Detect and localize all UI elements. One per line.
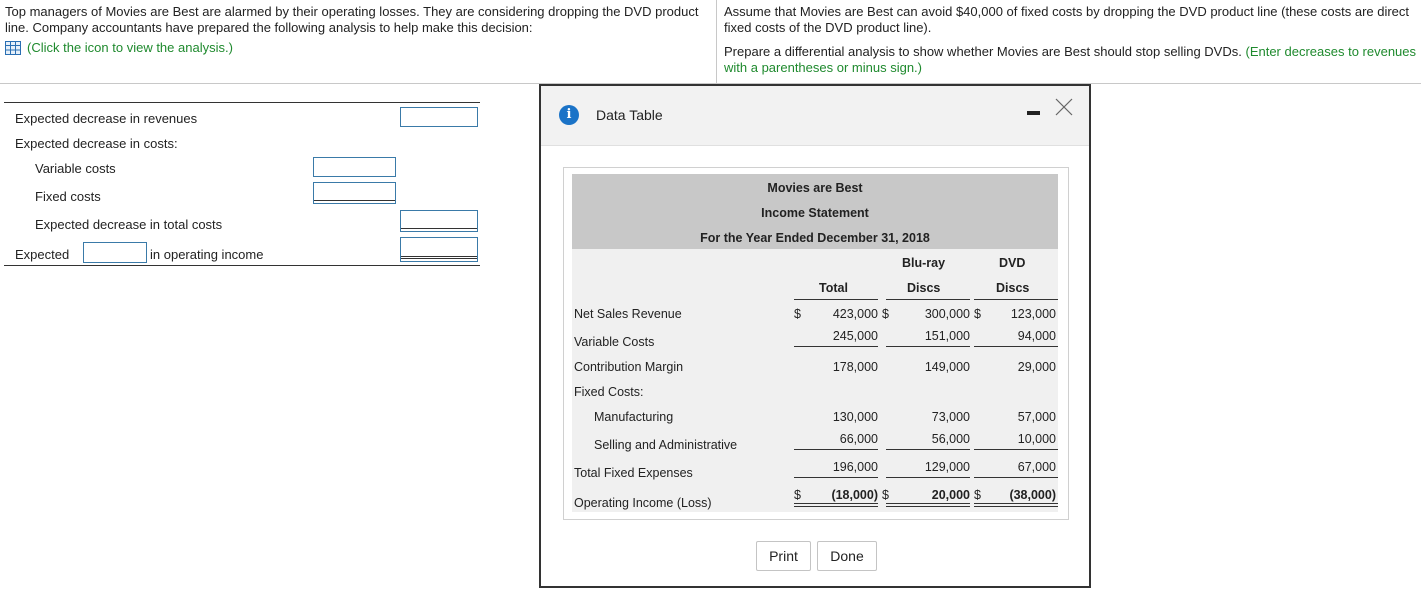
view-analysis-text[interactable]: (Click the icon to view the analysis.) <box>27 40 233 56</box>
analysis-top-rule <box>4 102 480 103</box>
col-header-total: Total <box>819 281 848 295</box>
row-label: Operating Income (Loss) <box>574 496 712 510</box>
fixed-costs-input[interactable] <box>313 182 396 204</box>
row-label: Net Sales Revenue <box>574 307 682 321</box>
col-underline-dvd <box>974 299 1058 300</box>
total-double-rule <box>974 503 1058 507</box>
cell-dvd: (38,000) <box>1009 488 1056 502</box>
done-button[interactable]: Done <box>817 541 877 571</box>
info-icon: i <box>559 105 579 125</box>
row-label: Fixed Costs: <box>574 385 644 399</box>
operating-income-label: in operating income <box>150 247 264 262</box>
cell-total: 130,000 <box>832 410 878 424</box>
dialog-title: Data Table <box>596 107 663 123</box>
subtotal-rule <box>886 477 970 478</box>
statement-body: Blu-ray DVD Total Discs Discs Net Sales … <box>572 249 1058 512</box>
dollar-sign: $ <box>794 307 801 321</box>
assume-line-2: fixed costs of the DVD product line). <box>724 20 932 35</box>
operating-income-input[interactable] <box>400 237 478 262</box>
dollar-sign: $ <box>974 488 981 502</box>
subtotal-rule <box>886 346 970 347</box>
view-analysis-link[interactable]: (Click the icon to view the analysis.) <box>5 40 705 56</box>
cell-total: 423,000 <box>832 307 878 321</box>
dollar-sign: $ <box>794 488 801 502</box>
cell-dvd: 67,000 <box>1017 460 1056 474</box>
cell-dvd: 10,000 <box>1017 432 1056 446</box>
cell-bluray: 300,000 <box>924 307 970 321</box>
statement-frame: Movies are Best Income Statement For the… <box>563 167 1069 520</box>
cell-dvd: 94,000 <box>1017 329 1056 343</box>
cell-bluray: 73,000 <box>931 410 970 424</box>
prepare-hint-1: (Enter decreases to revenues <box>1245 44 1417 59</box>
statement-header: Movies are Best Income Statement For the… <box>572 174 1058 249</box>
total-costs-label: Expected decrease in total costs <box>35 217 223 232</box>
col-underline-total <box>794 299 878 300</box>
col-header-dvd-1: DVD <box>999 256 1026 270</box>
increase-decrease-select[interactable] <box>83 242 147 263</box>
total-double-rule <box>886 503 970 507</box>
prepare-paragraph: Prepare a differential analysis to show … <box>724 44 1418 60</box>
minimize-button[interactable] <box>1027 111 1040 115</box>
column-divider <box>716 0 717 84</box>
subtotal-rule <box>886 449 970 450</box>
dialog-header: i Data Table <box>541 86 1089 146</box>
problem-instructions: Assume that Movies are Best can avoid $4… <box>724 4 1418 76</box>
revenues-input[interactable] <box>400 107 478 127</box>
prepare-text: Prepare a differential analysis to show … <box>724 44 1242 59</box>
company-name: Movies are Best <box>767 181 863 195</box>
close-icon[interactable] <box>1055 98 1073 116</box>
cell-bluray: 151,000 <box>924 329 970 343</box>
subtotal-rule <box>794 449 878 450</box>
analysis-bottom-rule <box>4 265 480 266</box>
cell-dvd: 123,000 <box>1010 307 1056 321</box>
variable-costs-input[interactable] <box>313 157 396 177</box>
cell-total: 178,000 <box>832 360 878 374</box>
cell-bluray: 129,000 <box>924 460 970 474</box>
intro-line-1: Top managers of Movies are Best are alar… <box>5 4 699 19</box>
dollar-sign: $ <box>882 488 889 502</box>
fixed-costs-label: Fixed costs <box>35 189 101 204</box>
cell-dvd: 57,000 <box>1017 410 1056 424</box>
revenues-label: Expected decrease in revenues <box>15 111 198 126</box>
intro-line-2: line. Company accountants have prepared … <box>5 20 533 35</box>
expected-label: Expected <box>15 247 70 262</box>
row-label: Variable Costs <box>574 335 655 349</box>
cell-total: 196,000 <box>832 460 878 474</box>
subtotal-rule <box>974 346 1058 347</box>
cell-bluray: 149,000 <box>924 360 970 374</box>
statement-period: For the Year Ended December 31, 2018 <box>700 231 930 245</box>
subtotal-rule <box>974 477 1058 478</box>
cell-bluray: 56,000 <box>931 432 970 446</box>
row-label: Total Fixed Expenses <box>574 466 693 480</box>
total-costs-input[interactable] <box>400 210 478 232</box>
cell-bluray: 20,000 <box>931 488 970 502</box>
table-icon[interactable] <box>5 41 21 55</box>
col-header-bluray-2: Discs <box>907 281 941 295</box>
total-double-rule <box>794 503 878 507</box>
cell-total: 66,000 <box>839 432 878 446</box>
subtotal-rule <box>794 346 878 347</box>
prepare-hint-2: with a parentheses or minus sign.) <box>724 60 922 75</box>
data-table-dialog: i Data Table Movies are Best Income Stat… <box>539 84 1091 588</box>
subtotal-rule <box>974 449 1058 450</box>
cell-total: (18,000) <box>831 488 878 502</box>
cell-dvd: 29,000 <box>1017 360 1056 374</box>
statement-name: Income Statement <box>761 206 869 220</box>
col-underline-bluray <box>886 299 970 300</box>
row-label: Manufacturing <box>594 410 674 424</box>
problem-intro: Top managers of Movies are Best are alar… <box>5 4 705 56</box>
variable-costs-label: Variable costs <box>35 161 116 176</box>
costs-label: Expected decrease in costs: <box>15 136 178 151</box>
assume-line-1: Assume that Movies are Best can avoid $4… <box>724 4 1410 19</box>
col-header-dvd-2: Discs <box>996 281 1030 295</box>
row-label: Selling and Administrative <box>594 438 738 452</box>
row-label: Contribution Margin <box>574 360 684 374</box>
dollar-sign: $ <box>882 307 889 321</box>
col-header-bluray-1: Blu-ray <box>902 256 946 270</box>
subtotal-rule <box>794 477 878 478</box>
cell-total: 245,000 <box>832 329 878 343</box>
print-button[interactable]: Print <box>756 541 811 571</box>
dollar-sign: $ <box>974 307 981 321</box>
